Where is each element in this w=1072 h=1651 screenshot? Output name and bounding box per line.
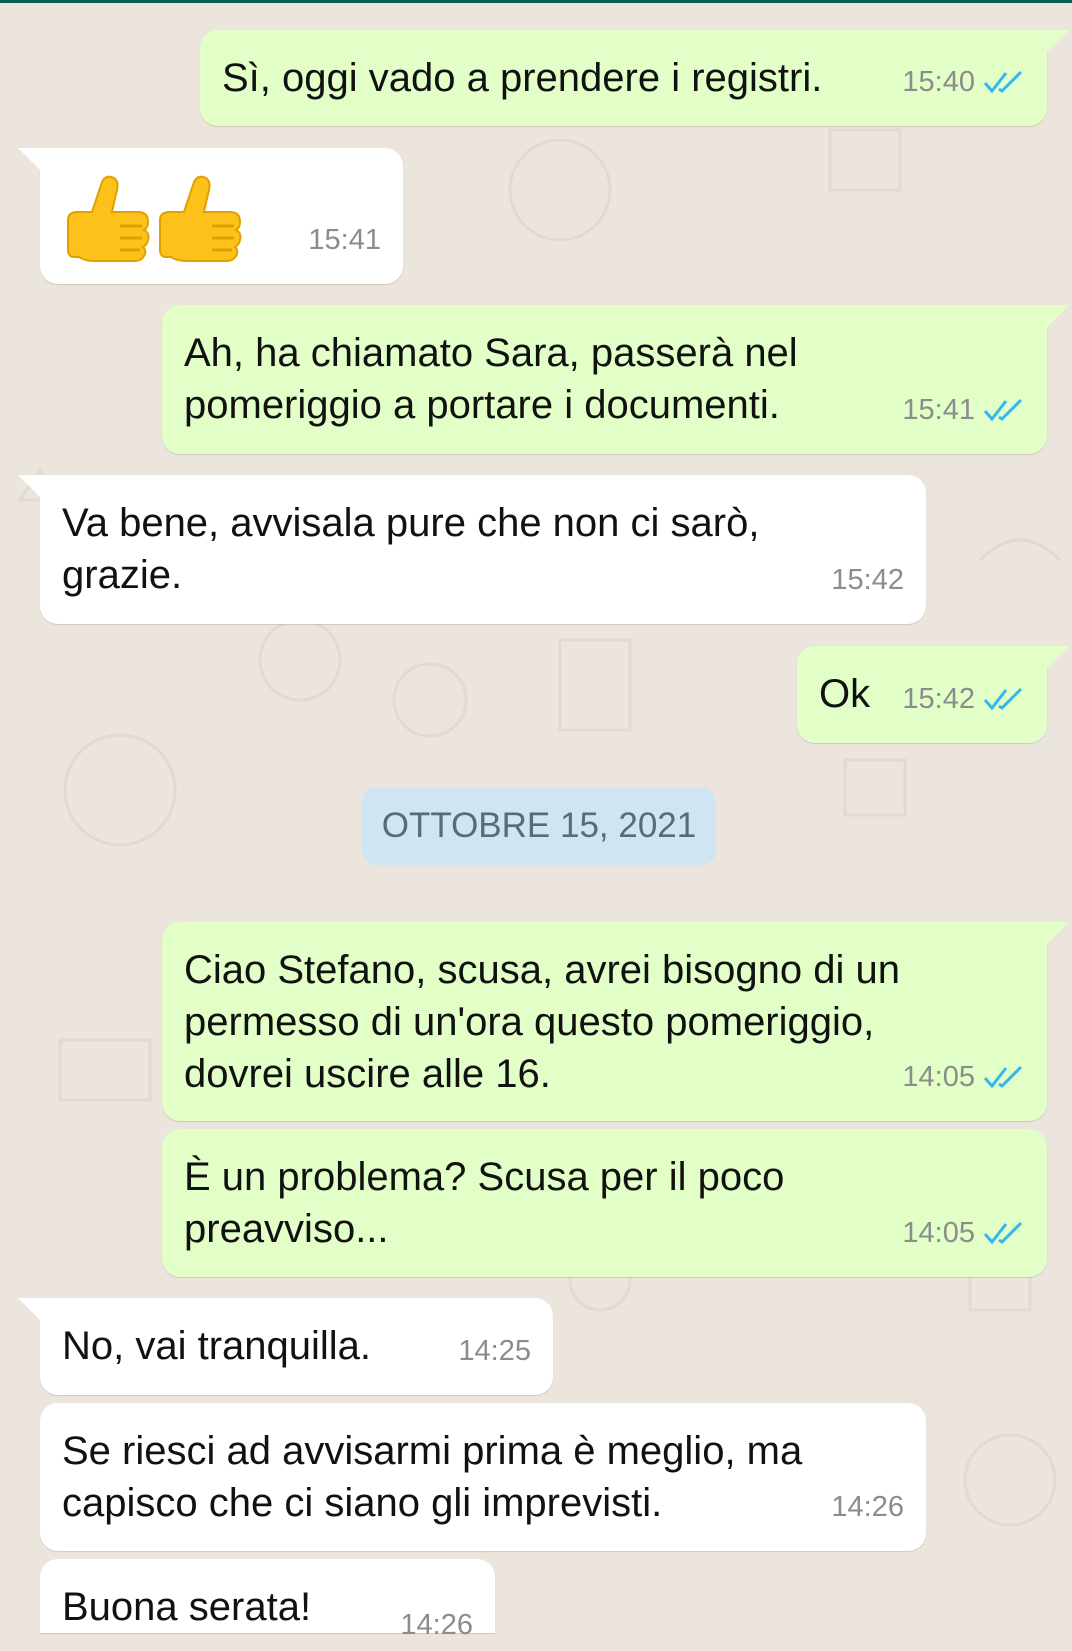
date-separator: OTTOBRE 15, 2021 [362,787,716,865]
message-time: 15:41 [308,224,381,256]
message-time: 15:42 [902,683,975,715]
message-incoming[interactable]: Va bene, avvisala pure che non ci sarò, … [40,475,926,624]
message-outgoing[interactable]: Ah, ha chiamato Sara, passerà nel pomeri… [162,305,1047,454]
message-meta: 14:05 [902,1051,1025,1103]
message-time: 14:25 [458,1335,531,1367]
message-meta: 15:41 [902,384,1025,436]
message-incoming[interactable]: Se riesci ad avvisarmi prima è meglio, m… [40,1403,926,1551]
message-outgoing[interactable]: Ok 15:42 [797,646,1047,743]
message-meta: 15:42 [902,673,1025,725]
message-text: Ciao Stefano, scusa, avrei bisogno di un… [184,948,900,1096]
bubble-tail [1047,305,1069,327]
message-time: 15:40 [902,66,975,98]
message-text: Sì, oggi vado a prendere i registri. [222,56,823,100]
bubble-tail [1047,646,1069,668]
message-time: 14:05 [902,1061,975,1093]
message-meta: 14:26 [400,1599,473,1651]
message-outgoing[interactable]: È un problema? Scusa per il poco preavvi… [162,1129,1047,1277]
double-check-icon [983,687,1023,711]
message-time: 15:42 [831,564,904,596]
message-meta: 15:40 [902,56,1025,108]
message-meta: 14:25 [458,1325,531,1377]
thumbs-up-emoji [62,174,244,279]
message-text: È un problema? Scusa per il poco preavvi… [184,1155,785,1251]
message-incoming[interactable]: Buona serata! 14:26 [40,1559,495,1641]
message-time: 14:05 [902,1217,975,1249]
message-outgoing[interactable]: Ciao Stefano, scusa, avrei bisogno di un… [162,922,1047,1121]
message-meta: 15:42 [831,554,904,606]
message-meta: 14:26 [831,1481,904,1533]
double-check-icon [983,1221,1023,1245]
message-text: Va bene, avvisala pure che non ci sarò, … [62,501,760,597]
message-text: Se riesci ad avvisarmi prima è meglio, m… [62,1429,803,1525]
double-check-icon [983,398,1023,422]
message-text: Ah, ha chiamato Sara, passerà nel pomeri… [184,331,798,427]
bubble-tail [18,148,40,170]
message-text: Buona serata! [62,1585,312,1629]
bubble-tail [18,1298,40,1320]
bubble-tail [18,475,40,497]
message-meta: 14:05 [902,1207,1025,1259]
bubble-tail [1047,922,1069,944]
message-text: Ok [819,672,871,716]
double-check-icon [983,1065,1023,1089]
message-text: No, vai tranquilla. [62,1324,372,1368]
message-incoming[interactable]: 15:41 [40,148,403,284]
bubble-tail [1047,30,1069,52]
message-outgoing[interactable]: Sì, oggi vado a prendere i registri. 15:… [200,30,1047,126]
message-time: 15:41 [902,394,975,426]
message-time: 14:26 [831,1491,904,1523]
double-check-icon [983,70,1023,94]
message-time: 14:26 [400,1609,473,1641]
message-incoming[interactable]: No, vai tranquilla. 14:25 [40,1298,553,1395]
message-meta: 15:41 [308,214,381,266]
